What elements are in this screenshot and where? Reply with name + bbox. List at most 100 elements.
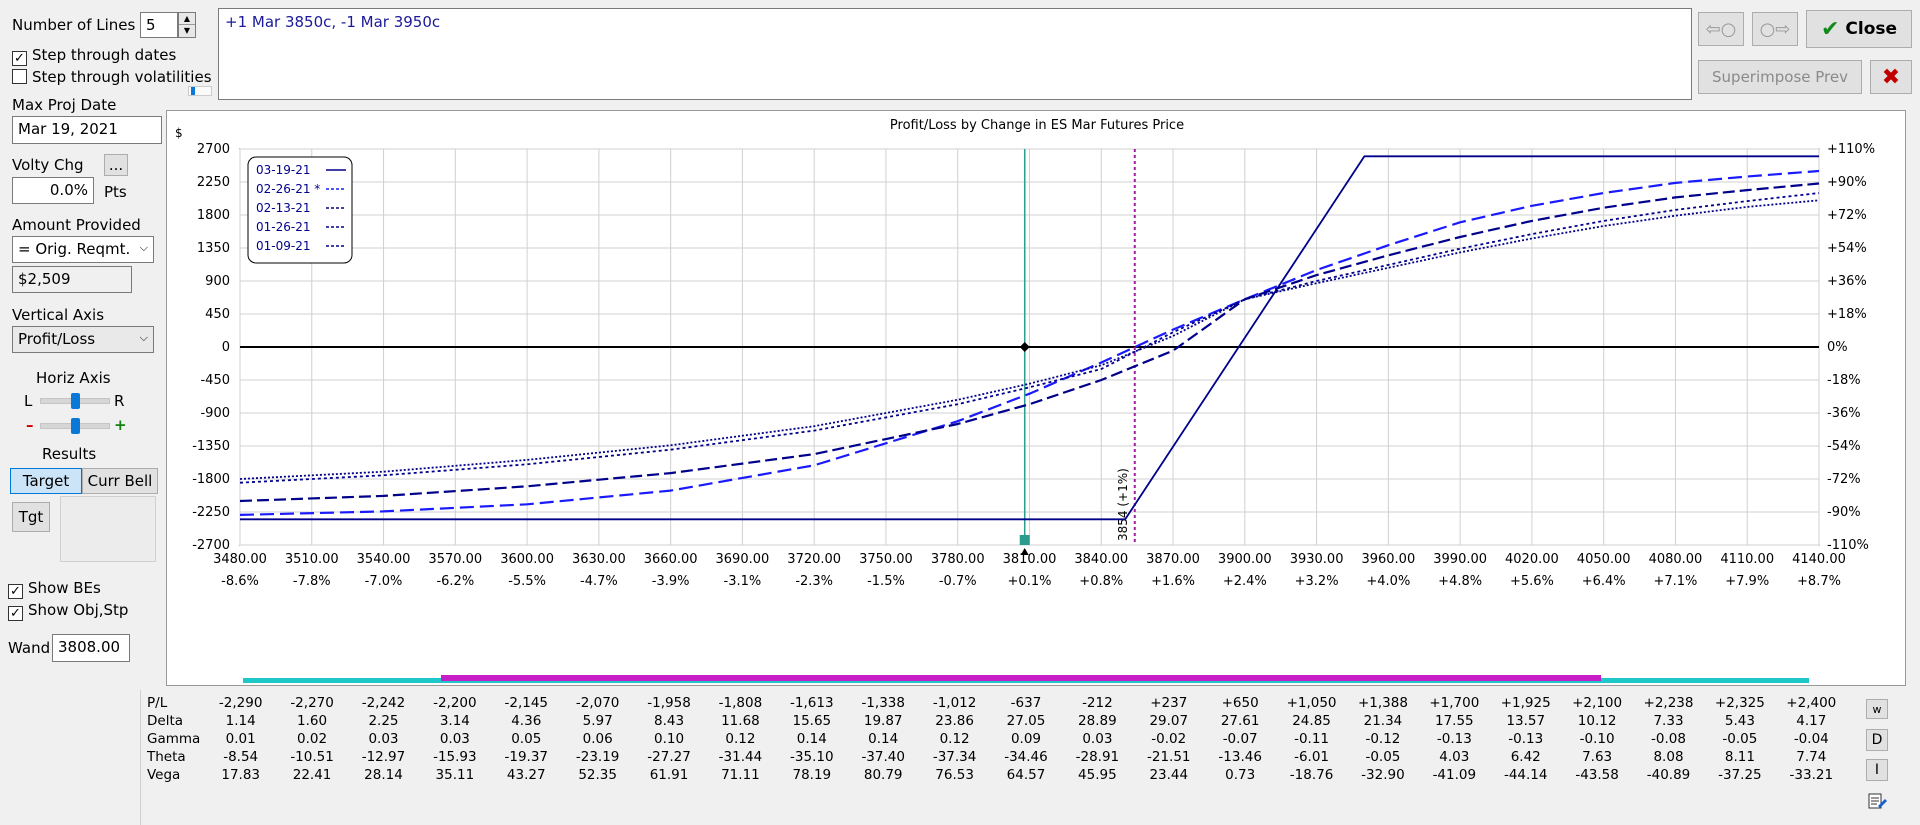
- vert-axis-select[interactable]: Profit/Loss ⌵: [12, 326, 154, 353]
- side-i-button[interactable]: I: [1866, 759, 1888, 781]
- step-dates-checkbox[interactable]: ✓ Step through dates: [12, 46, 176, 66]
- greeks-cell: 78.19: [792, 767, 832, 783]
- volty-input[interactable]: 0.0%: [12, 177, 94, 204]
- splitter-thumb[interactable]: [191, 87, 195, 95]
- x-pct-label: +3.2%: [1295, 574, 1339, 589]
- num-lines-input[interactable]: 5: [140, 12, 178, 38]
- amount-value: $2,509: [12, 266, 132, 293]
- greeks-cell: 80.79: [863, 767, 903, 783]
- greeks-cell: -27.27: [647, 749, 691, 765]
- amount-select[interactable]: = Orig. Reqmt. ⌵: [12, 236, 154, 263]
- greeks-cell: +1,388: [1357, 695, 1408, 711]
- greeks-cell: -2,145: [504, 695, 549, 711]
- profit-loss-chart[interactable]: Profit/Loss by Change in ES Mar Futures …: [167, 111, 1907, 687]
- greeks-cell: 61.91: [649, 767, 689, 783]
- x-pct-label: +6.4%: [1582, 574, 1626, 589]
- greeks-cell: 10.12: [1577, 713, 1617, 729]
- show-obj-checkbox[interactable]: ✓ Show Obj,Stp: [8, 601, 128, 621]
- greeks-cell: 17.55: [1435, 713, 1474, 729]
- greeks-cell: 22.41: [292, 767, 332, 783]
- side-d-button[interactable]: D: [1866, 729, 1888, 751]
- checkbox-unchecked-icon[interactable]: [12, 69, 27, 84]
- greeks-cell: -2,070: [575, 695, 620, 711]
- position-description[interactable]: +1 Mar 3850c, -1 Mar 3950c: [218, 8, 1692, 100]
- horiz-pan-thumb[interactable]: [71, 393, 80, 409]
- y2-tick-label: -72%: [1827, 472, 1861, 487]
- curr-bell-button[interactable]: Curr Bell: [82, 468, 158, 494]
- greeks-cell: 71.11: [721, 767, 760, 783]
- close-button[interactable]: ✔ Close: [1806, 10, 1912, 48]
- greeks-cell: 7.33: [1653, 713, 1684, 729]
- x-tick-label: 3570.00: [428, 552, 482, 567]
- max-proj-input[interactable]: Mar 19, 2021: [12, 116, 162, 144]
- breakeven-label: 3854 (+1%): [1116, 468, 1130, 541]
- y-tick-label: -2700: [192, 538, 230, 553]
- tgt-button[interactable]: Tgt: [12, 502, 50, 532]
- side-w-button[interactable]: w: [1866, 699, 1888, 719]
- checkbox-checked-icon[interactable]: ✓: [8, 584, 23, 599]
- greeks-cell: -2,290: [218, 695, 263, 711]
- back-arrow-button[interactable]: ⇦○: [1698, 12, 1744, 46]
- step-vols-checkbox[interactable]: Step through volatilities: [12, 68, 212, 86]
- greeks-cell: -28.91: [1075, 749, 1120, 765]
- greeks-cell: 23.44: [1149, 767, 1189, 783]
- greeks-cell: 3.14: [439, 713, 470, 729]
- wand-input[interactable]: 3808.00: [52, 634, 130, 662]
- greeks-cell: -1,613: [790, 695, 834, 711]
- close-label: Close: [1845, 19, 1898, 39]
- greeks-cell: -19.37: [504, 749, 549, 765]
- step-vols-label: Step through volatilities: [32, 68, 212, 86]
- x-tick-label: 3480.00: [213, 552, 267, 567]
- greeks-cell: 28.89: [1078, 713, 1117, 729]
- greeks-cell: -23.19: [575, 749, 620, 765]
- current-price-marker[interactable]: [1019, 535, 1030, 545]
- greeks-cell: 6.42: [1510, 749, 1541, 765]
- y-tick-label: 450: [205, 307, 230, 322]
- greeks-row: Theta -8.54 -10.51 -12.97 -15.93 -19.37 -23.19…: [141, 748, 1910, 766]
- cancel-x-button[interactable]: ✖: [1870, 60, 1912, 94]
- y2-tick-label: +90%: [1827, 175, 1867, 190]
- greeks-cell: 45.95: [1078, 767, 1117, 783]
- y2-tick-label: -90%: [1827, 505, 1861, 520]
- x-pct-label: +7.1%: [1653, 574, 1697, 589]
- greeks-cell: -1,012: [932, 695, 977, 711]
- greeks-cell: 27.05: [1006, 713, 1046, 729]
- x-tick-label: 3600.00: [500, 552, 554, 567]
- num-lines-spinner[interactable]: ▲ ▼: [178, 12, 196, 38]
- x-pct-label: +7.9%: [1725, 574, 1769, 589]
- greeks-cell: 7.63: [1582, 749, 1613, 765]
- horiz-zoom-thumb[interactable]: [71, 418, 80, 434]
- step-dates-label: Step through dates: [32, 46, 177, 64]
- spin-down-icon[interactable]: ▼: [179, 25, 195, 37]
- x-tick-label: 3720.00: [787, 552, 841, 567]
- greeks-cell: -1,338: [861, 695, 905, 711]
- checkbox-checked-icon[interactable]: ✓: [12, 51, 27, 66]
- greeks-cell: 52.35: [578, 767, 617, 783]
- edit-doc-icon[interactable]: [1866, 790, 1888, 812]
- greeks-cell: 28.14: [364, 767, 403, 783]
- x-pct-label: +0.8%: [1079, 574, 1123, 589]
- greeks-cell: -43.58: [1575, 767, 1619, 783]
- target-button[interactable]: Target: [10, 468, 82, 494]
- zoom-minus-label: –: [26, 416, 34, 434]
- forward-arrow-button[interactable]: ○⇨: [1752, 12, 1798, 46]
- x-pct-label: -1.5%: [867, 574, 905, 589]
- superimpose-prev-button[interactable]: Superimpose Prev: [1698, 60, 1862, 94]
- greeks-cell: 8.43: [654, 713, 685, 729]
- x-tick-label: 3810.00: [1003, 552, 1057, 567]
- position-splitter[interactable]: [188, 86, 212, 96]
- x-tick-label: 3630.00: [572, 552, 626, 567]
- volty-label: Volty Chg: [12, 156, 84, 174]
- greeks-cell: -0.11: [1294, 731, 1330, 747]
- x-pct-label: +2.4%: [1223, 574, 1267, 589]
- checkbox-checked-icon[interactable]: ✓: [8, 606, 23, 621]
- spin-up-icon[interactable]: ▲: [179, 13, 195, 25]
- greeks-cell: +237: [1150, 695, 1188, 711]
- greeks-cell: -44.14: [1503, 767, 1548, 783]
- greeks-cell: 2.25: [368, 713, 399, 729]
- show-bes-checkbox[interactable]: ✓ Show BEs: [8, 579, 101, 599]
- greeks-row: P/L -2,290 -2,270 -2,242 -2,200 -2,145 -2,070 -…: [141, 694, 1910, 712]
- volty-options-button[interactable]: ...: [104, 154, 128, 176]
- x-pct-label: -4.7%: [580, 574, 618, 589]
- x-tick-label: 4020.00: [1505, 552, 1559, 567]
